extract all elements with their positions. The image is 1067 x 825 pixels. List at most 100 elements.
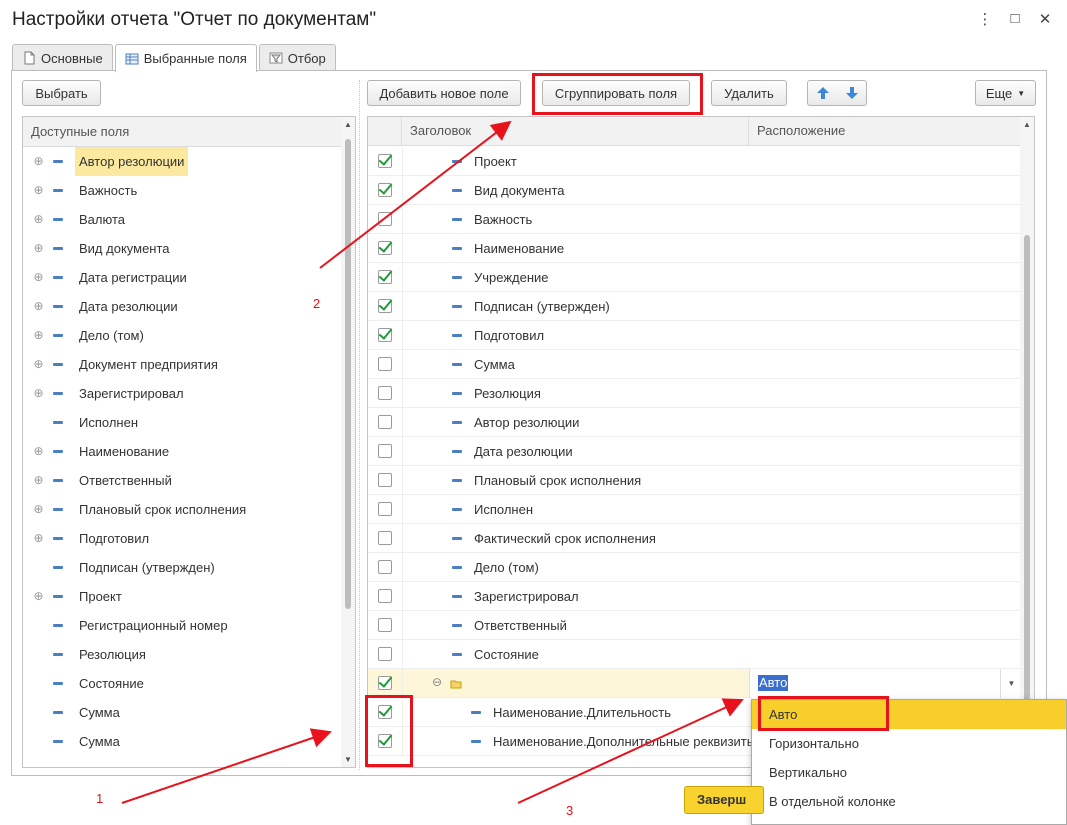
expand-plus-icon[interactable]: ⊕ — [33, 474, 44, 486]
available-field-item[interactable]: ⊕ Документ предприятия — [23, 350, 343, 379]
expand-plus-icon[interactable]: ⊕ — [33, 155, 44, 167]
expand-plus-icon[interactable]: ⊕ — [33, 329, 44, 341]
tab-main[interactable]: Основные — [12, 44, 113, 71]
expand-plus-icon[interactable]: ⊕ — [33, 271, 44, 283]
table-row[interactable]: Наименование — [368, 234, 1022, 263]
table-row[interactable]: Дата резолюции — [368, 437, 1022, 466]
finish-button[interactable]: Заверш — [684, 786, 764, 814]
table-row[interactable]: Ответственный — [368, 611, 1022, 640]
available-field-item[interactable]: ⊕ Дата резолюции — [23, 292, 343, 321]
available-field-item[interactable]: ⊕ Проект — [23, 582, 343, 611]
field-checkbox[interactable] — [378, 502, 392, 516]
available-field-item[interactable]: Состояние — [23, 669, 343, 698]
add-field-button[interactable]: Добавить новое поле — [367, 80, 521, 106]
field-checkbox[interactable] — [378, 183, 392, 197]
table-row[interactable]: Резолюция — [368, 379, 1022, 408]
selected-fields-table[interactable]: Заголовок Расположение Проект Вид докумен… — [367, 116, 1035, 768]
location-select[interactable]: Авто ▼ — [749, 669, 1022, 698]
expand-plus-icon[interactable]: ⊕ — [33, 532, 44, 544]
available-field-item[interactable]: Сумма — [23, 727, 343, 756]
available-field-item[interactable]: ⊕ Дело (том) — [23, 321, 343, 350]
expand-plus-icon[interactable]: ⊕ — [33, 184, 44, 196]
available-field-item[interactable]: ⊕ Дата регистрации — [23, 263, 343, 292]
table-row[interactable]: Учреждение — [368, 263, 1022, 292]
table-row[interactable]: Проект — [368, 147, 1022, 176]
field-checkbox[interactable] — [378, 328, 392, 342]
available-field-item[interactable]: ⊕ Валюта — [23, 205, 343, 234]
column-location-header[interactable]: Расположение — [749, 117, 1022, 146]
field-checkbox[interactable] — [378, 676, 392, 690]
collapse-minus-icon[interactable]: ⊖ — [432, 675, 442, 689]
field-checkbox[interactable] — [378, 241, 392, 255]
available-field-item[interactable]: ⊕ Подготовил — [23, 524, 343, 553]
field-checkbox[interactable] — [378, 299, 392, 313]
field-checkbox[interactable] — [378, 531, 392, 545]
available-field-item[interactable]: Резолюция — [23, 640, 343, 669]
field-checkbox[interactable] — [378, 154, 392, 168]
close-icon[interactable]: ✕ — [1035, 10, 1055, 28]
field-checkbox[interactable] — [378, 589, 392, 603]
table-row[interactable]: Автор резолюции — [368, 408, 1022, 437]
more-menu-icon[interactable]: ⋮ — [975, 10, 995, 28]
arrow-down-icon[interactable] — [845, 86, 859, 100]
available-fields-list[interactable]: Доступные поля ⊕ Автор резолюции ⊕ Важность… — [22, 116, 356, 768]
available-field-item[interactable]: Подписан (утвержден) — [23, 553, 343, 582]
table-row[interactable]: Важность — [368, 205, 1022, 234]
table-row[interactable]: Подготовил — [368, 321, 1022, 350]
expand-plus-icon[interactable]: ⊕ — [33, 503, 44, 515]
table-row[interactable]: Сумма — [368, 350, 1022, 379]
table-row[interactable]: Подписан (утвержден) — [368, 292, 1022, 321]
field-checkbox[interactable] — [378, 415, 392, 429]
chevron-down-icon[interactable]: ▼ — [1000, 669, 1022, 698]
table-row[interactable]: Дело (том) — [368, 553, 1022, 582]
arrow-up-icon[interactable] — [816, 86, 830, 100]
tab-selected-fields[interactable]: Выбранные поля — [114, 44, 257, 72]
table-row[interactable]: Фактический срок исполнения — [368, 524, 1022, 553]
available-field-item[interactable]: ⊕ Вид документа — [23, 234, 343, 263]
field-checkbox[interactable] — [378, 618, 392, 632]
available-fields-scrollbar[interactable]: ▲ ▼ — [341, 117, 355, 767]
delete-button[interactable]: Удалить — [711, 80, 787, 106]
expand-plus-icon[interactable]: ⊕ — [33, 213, 44, 225]
column-title-header[interactable]: Заголовок — [402, 117, 749, 146]
select-button[interactable]: Выбрать — [22, 80, 101, 106]
field-checkbox[interactable] — [378, 386, 392, 400]
table-scrollbar[interactable]: ▲ — [1020, 117, 1034, 767]
field-checkbox[interactable] — [378, 473, 392, 487]
available-field-item[interactable]: ⊕ Зарегистрировал — [23, 379, 343, 408]
available-field-item[interactable]: ⊕ Автор резолюции — [23, 147, 343, 176]
field-checkbox[interactable] — [378, 212, 392, 226]
expand-plus-icon[interactable]: ⊕ — [33, 445, 44, 457]
tab-filter[interactable]: Отбор — [258, 44, 336, 71]
expand-plus-icon[interactable]: ⊕ — [33, 358, 44, 370]
more-button[interactable]: Еще ▼ — [975, 80, 1036, 106]
available-field-item[interactable]: Регистрационный номер — [23, 611, 343, 640]
table-row[interactable]: Зарегистрировал — [368, 582, 1022, 611]
expand-plus-icon[interactable]: ⊕ — [33, 242, 44, 254]
table-row[interactable]: Вид документа — [368, 176, 1022, 205]
available-field-item[interactable]: ⊕ Наименование — [23, 437, 343, 466]
expand-plus-icon[interactable]: ⊕ — [33, 590, 44, 602]
field-checkbox[interactable] — [378, 357, 392, 371]
dropdown-option-separate-column[interactable]: В отдельной колонке — [752, 787, 1066, 816]
field-icon — [452, 421, 462, 424]
field-checkbox[interactable] — [378, 560, 392, 574]
available-field-item[interactable]: ⊕ Плановый срок исполнения — [23, 495, 343, 524]
field-checkbox[interactable] — [378, 444, 392, 458]
field-checkbox[interactable] — [378, 270, 392, 284]
available-field-item[interactable]: ⊕ Важность — [23, 176, 343, 205]
dropdown-option-horizontal[interactable]: Горизонтально — [752, 729, 1066, 758]
maximize-icon[interactable]: □ — [1005, 10, 1025, 27]
available-field-label: Регистрационный номер — [79, 618, 228, 633]
expand-plus-icon[interactable]: ⊕ — [33, 300, 44, 312]
available-field-item[interactable]: ⊕ Ответственный — [23, 466, 343, 495]
available-field-item[interactable]: Сумма — [23, 698, 343, 727]
table-row[interactable]: Плановый срок исполнения — [368, 466, 1022, 495]
expand-plus-icon[interactable]: ⊕ — [33, 387, 44, 399]
field-checkbox[interactable] — [378, 647, 392, 661]
group-row[interactable]: ⊖ Авто ▼ — [368, 669, 1022, 698]
table-row[interactable]: Исполнен — [368, 495, 1022, 524]
available-field-item[interactable]: Исполнен — [23, 408, 343, 437]
table-row[interactable]: Состояние — [368, 640, 1022, 669]
dropdown-option-vertical[interactable]: Вертикально — [752, 758, 1066, 787]
